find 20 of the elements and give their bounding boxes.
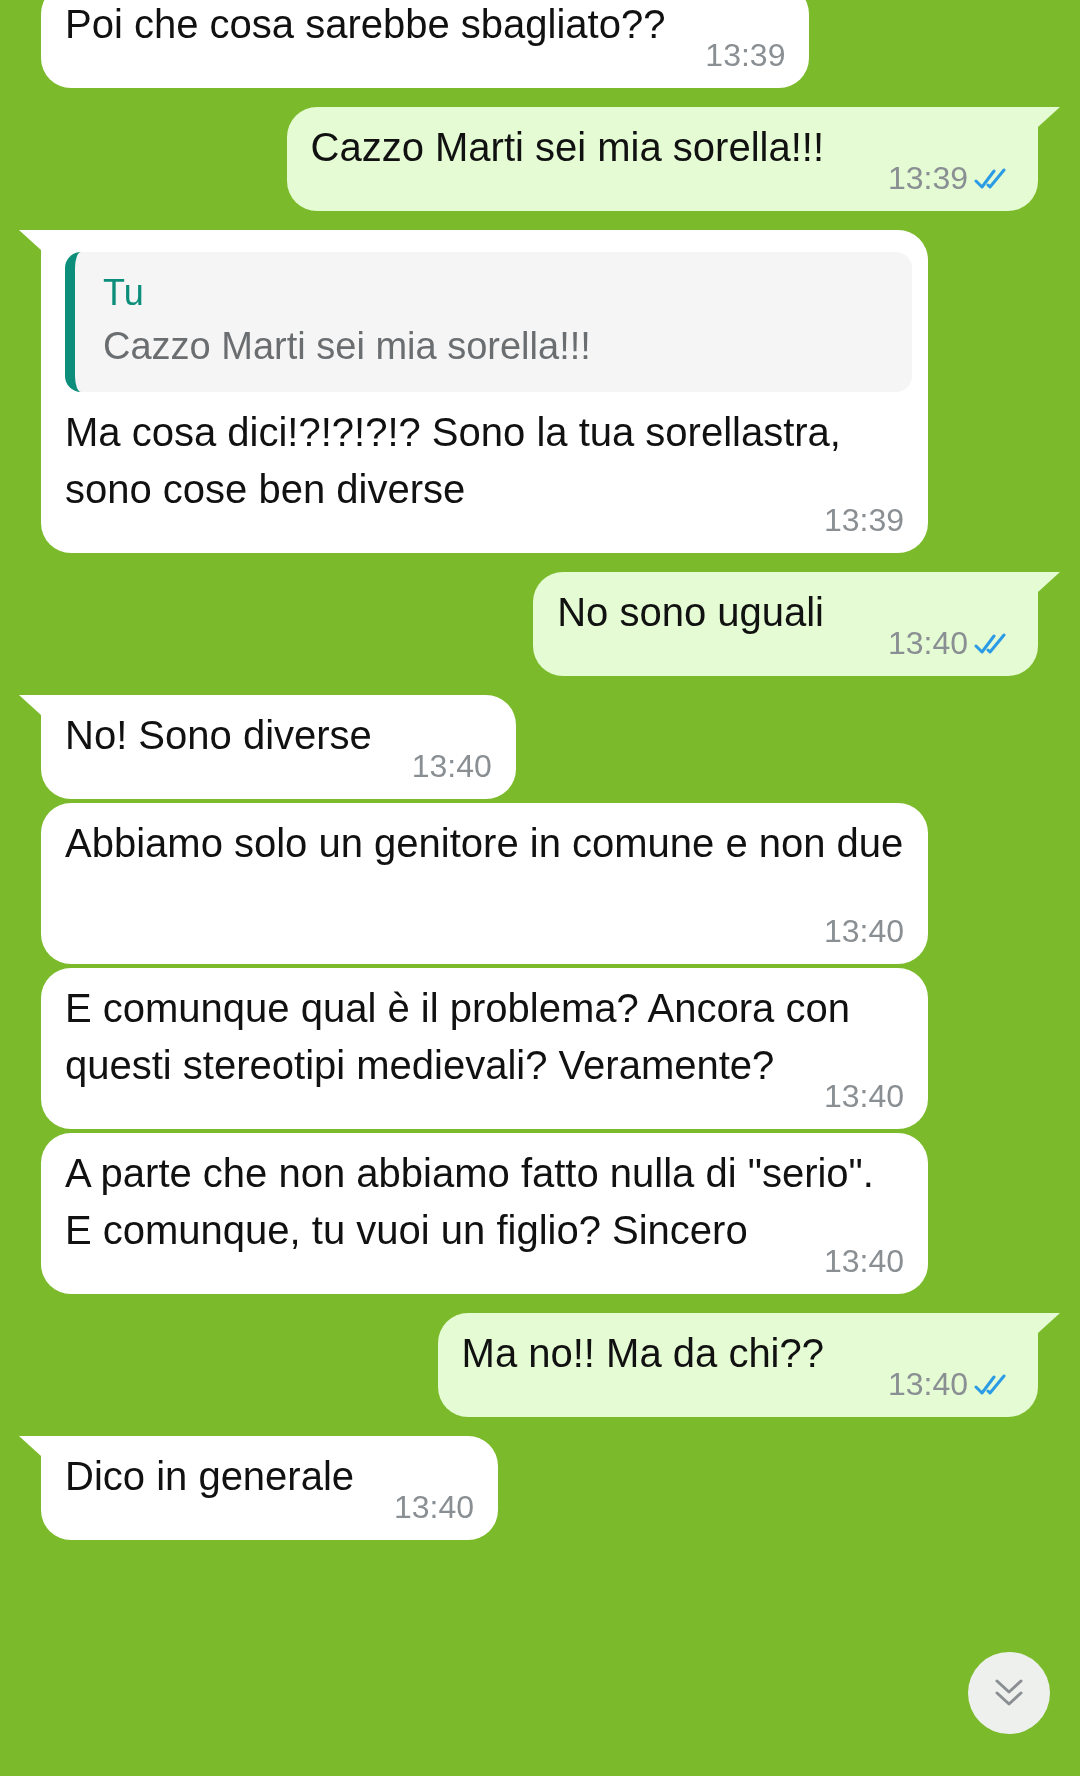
message-text: No sono uguali xyxy=(557,590,824,634)
message-text: Cazzo Marti sei mia sorella!!! xyxy=(310,125,824,169)
message-time: 13:39 xyxy=(705,37,786,74)
message-text: No! Sono diverse xyxy=(65,713,372,757)
message-time: 13:40 xyxy=(823,1078,904,1115)
quote-text: Cazzo Marti sei mia sorella!!! xyxy=(103,324,592,369)
quoted-message[interactable]: Tu Cazzo Marti sei mia sorella!!! xyxy=(65,252,912,392)
message-time: 13:39 xyxy=(823,502,904,539)
message-time: 13:39 xyxy=(887,160,968,197)
message-time: 13:40 xyxy=(394,1489,475,1526)
message-text: Dico in generale xyxy=(65,1454,355,1498)
message-text: Poi che cosa sarebbe sbagliato?? xyxy=(65,2,666,46)
message-time: 13:40 xyxy=(823,913,904,950)
message-text: Abbiamo solo un genitore in comune e non due xyxy=(65,821,904,865)
message-text: Ma no!! Ma da chi?? xyxy=(461,1331,824,1375)
message-time: 13:40 xyxy=(411,748,492,785)
quote-author: Tu xyxy=(103,271,145,315)
message-time: 13:40 xyxy=(823,1243,904,1280)
message-time: 13:40 xyxy=(887,1366,968,1403)
message-time: 13:40 xyxy=(887,625,968,662)
